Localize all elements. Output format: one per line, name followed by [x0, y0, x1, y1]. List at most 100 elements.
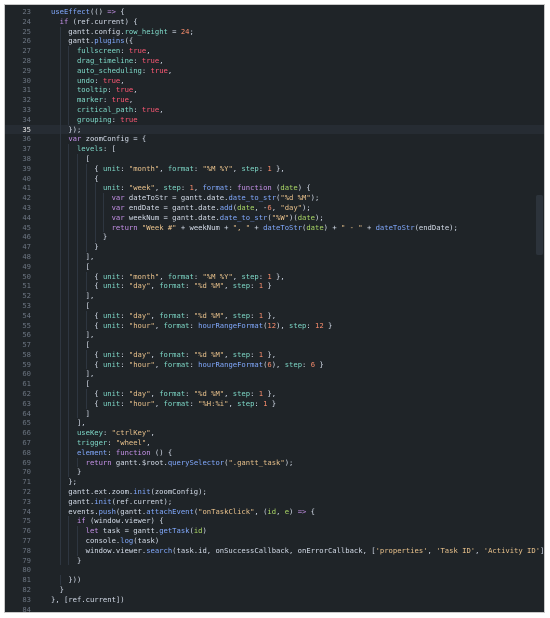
- code-token: "%d %M": [193, 281, 225, 291]
- indent-guide: [68, 163, 70, 174]
- code-line[interactable]: 78 window.viewer.search(task.id, onSucce…: [5, 545, 544, 556]
- code-line[interactable]: 52 ],: [5, 291, 544, 301]
- code-line[interactable]: 70 }: [5, 467, 544, 478]
- code-line[interactable]: 38 [: [5, 153, 544, 164]
- code-token: step: [232, 349, 251, 359]
- code-line[interactable]: 24 if (ref.current) {: [5, 17, 544, 27]
- code-token: ,: [150, 310, 160, 320]
- line-number: 36: [22, 134, 31, 144]
- code-line[interactable]: 61 [: [5, 379, 544, 390]
- code-line[interactable]: 26 gantt.plugins({: [5, 36, 544, 47]
- code-line[interactable]: 36 var zoomConfig = {: [5, 134, 544, 145]
- code-line[interactable]: 74 events.push(gantt.attachEvent("onTask…: [5, 506, 544, 517]
- code-line[interactable]: 58 { unit: "day", format: "%d %M", step:…: [5, 349, 544, 360]
- line-number: 70: [22, 467, 31, 477]
- code-line[interactable]: 80: [5, 565, 544, 575]
- code-line[interactable]: 29 auto_scheduling: true,: [5, 65, 544, 76]
- indent-guide: [59, 26, 61, 37]
- code-token: ,: [150, 349, 160, 359]
- scrollbar-thumb[interactable]: [536, 195, 543, 255]
- code-token: ;: [189, 26, 194, 36]
- code-line[interactable]: 77 console.log(task): [5, 536, 544, 546]
- code-token: ,: [133, 85, 138, 95]
- code-line[interactable]: 82 }: [5, 585, 544, 595]
- code-line[interactable]: 56 ],: [5, 330, 544, 341]
- code-token: (window.viewer) {: [85, 516, 164, 526]
- code-token: :: [189, 398, 199, 408]
- code-text: ]: [51, 409, 90, 419]
- code-line[interactable]: 31 tooltip: true,: [5, 85, 544, 96]
- code-line[interactable]: 55 { unit: "hour", format: hourRangeForm…: [5, 320, 544, 331]
- code-token: },: [271, 271, 285, 281]
- code-line[interactable]: 41 unit: "week", step: 1, format: functi…: [5, 183, 544, 194]
- code-line[interactable]: 57 [: [5, 340, 544, 350]
- code-area[interactable]: 23 useEffect(() => {24 if (ref.current) {…: [5, 7, 544, 612]
- code-line[interactable]: 63 { unit: "hour", format: "%H:%i", step…: [5, 398, 544, 409]
- code-line[interactable]: 33 critical_path: true,: [5, 104, 544, 115]
- code-line[interactable]: 72 gantt.ext.zoom.init(zoomConfig);: [5, 487, 544, 497]
- indent-guide: [59, 114, 61, 125]
- code-line[interactable]: 81 })): [5, 575, 544, 586]
- code-line[interactable]: 65 ],: [5, 418, 544, 429]
- line-number: 50: [22, 271, 31, 281]
- code-token: :: [250, 349, 259, 359]
- indent-guide: [77, 193, 79, 203]
- code-line[interactable]: 64 ]: [5, 408, 544, 419]
- vertical-scrollbar[interactable]: [534, 5, 544, 612]
- code-line[interactable]: 69 return gantt.$root.querySelector(".ga…: [5, 457, 544, 468]
- indent-guide: [59, 398, 61, 409]
- code-line[interactable]: 28 drag_timeline: true,: [5, 55, 544, 66]
- code-line[interactable]: 53 [: [5, 300, 544, 311]
- code-line[interactable]: 68 element: function () {: [5, 447, 544, 458]
- code-line[interactable]: 27 fullscreen: true,: [5, 46, 544, 56]
- code-line[interactable]: 71 };: [5, 477, 544, 488]
- code-line[interactable]: 47 }: [5, 242, 544, 252]
- code-line[interactable]: 54 { unit: "day", format: "%d %M", step:…: [5, 310, 544, 321]
- line-number: 44: [22, 212, 31, 222]
- code-line[interactable]: 32 marker: true,: [5, 95, 544, 105]
- code-token: "day": [128, 310, 151, 320]
- indent-guide: [77, 545, 79, 556]
- code-line[interactable]: 84: [5, 605, 544, 612]
- code-line[interactable]: 50 { unit: "month", format: "%M %Y", ste…: [5, 271, 544, 282]
- code-line[interactable]: 44 var weekNum = gantt.date.date_to_str(…: [5, 212, 544, 223]
- code-line[interactable]: 39 { unit: "month", format: "%M %Y", ste…: [5, 163, 544, 174]
- code-token: step: [289, 320, 307, 330]
- code-token: add: [219, 202, 233, 212]
- code-token: ,: [146, 438, 151, 448]
- code-line[interactable]: 23 useEffect(() => {: [5, 7, 544, 17]
- code-line[interactable]: 76 let task = gantt.getTask(id): [5, 526, 544, 537]
- code-line[interactable]: 75 if (window.viewer) {: [5, 516, 544, 527]
- code-editor[interactable]: 23 useEffect(() => {24 if (ref.current) {…: [4, 4, 545, 613]
- code-line[interactable]: 66 useKey: "ctrlKey",: [5, 428, 544, 439]
- line-number: 72: [22, 487, 31, 497]
- code-line[interactable]: 79 }: [5, 555, 544, 566]
- code-line[interactable]: 35 });: [5, 124, 544, 135]
- indent-guide: [77, 379, 79, 390]
- indent-guide: [77, 202, 79, 213]
- code-token: date: [306, 222, 324, 232]
- code-line[interactable]: 37 levels: [: [5, 144, 544, 154]
- code-line[interactable]: 46 }: [5, 232, 544, 243]
- code-line[interactable]: 62 { unit: "day", format: "%d %M", step:…: [5, 389, 544, 399]
- code-line[interactable]: 67 trigger: "wheel",: [5, 438, 544, 448]
- code-line[interactable]: 40 {: [5, 173, 544, 184]
- code-line[interactable]: 73 gantt.init(ref.current);: [5, 496, 544, 507]
- code-line[interactable]: 42 var dateToStr = gantt.date.date_to_st…: [5, 193, 544, 203]
- code-line[interactable]: 43 var endDate = gantt.date.add(date, -6…: [5, 202, 544, 213]
- code-line[interactable]: 25 gantt.config.row_height = 24;: [5, 26, 544, 37]
- code-token: :: [102, 428, 112, 438]
- code-line[interactable]: 59 { unit: "hour", format: hourRangeForm…: [5, 359, 544, 370]
- code-line[interactable]: 83}, [ref.current]): [5, 595, 544, 605]
- code-token: true: [128, 46, 147, 56]
- code-line[interactable]: 60 ],: [5, 369, 544, 380]
- line-number: 82: [22, 585, 31, 595]
- code-line[interactable]: 51 { unit: "day", format: "%d %M", step:…: [5, 281, 544, 292]
- code-line[interactable]: 30 undo: true,: [5, 75, 544, 86]
- code-line[interactable]: 49 [: [5, 261, 544, 272]
- indent-guide: [77, 173, 79, 184]
- code-line[interactable]: 48 ],: [5, 251, 544, 262]
- indent-guide: [94, 212, 96, 223]
- code-line[interactable]: 45 return "Week #" + weekNum + ", " + da…: [5, 222, 544, 233]
- code-line[interactable]: 34 grouping: true: [5, 114, 544, 125]
